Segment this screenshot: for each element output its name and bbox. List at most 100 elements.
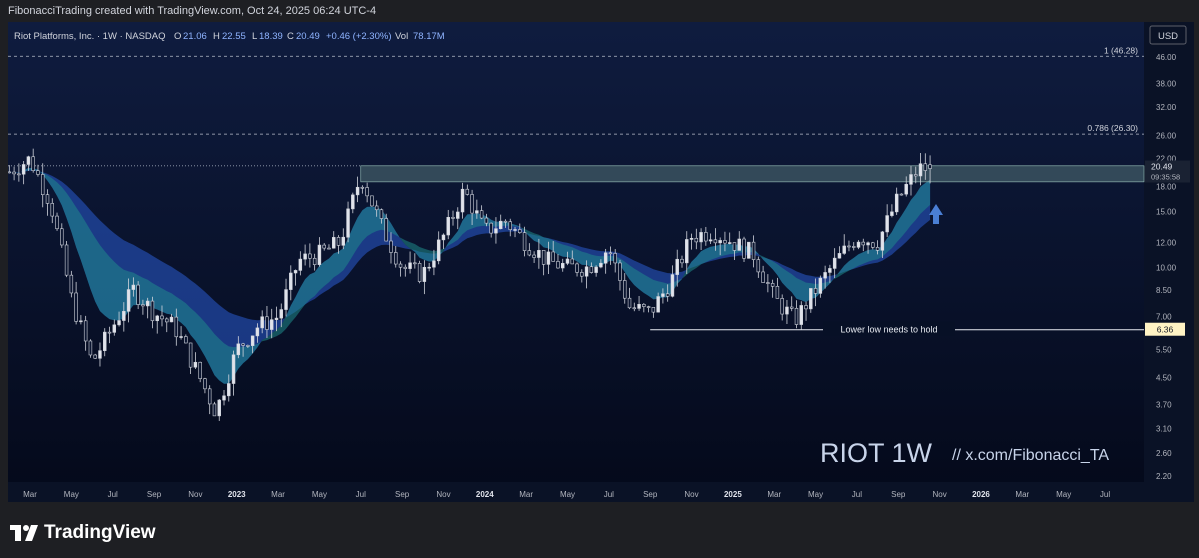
time-tick-label: Jul	[356, 490, 366, 499]
time-tick-label: Mar	[271, 490, 285, 499]
candle-body	[422, 266, 427, 282]
candle-body	[560, 263, 565, 269]
time-tick-label: Jul	[852, 490, 862, 499]
time-tick-label: May	[808, 490, 823, 499]
candle-body	[527, 250, 532, 256]
candle-body	[150, 300, 155, 322]
candle-body	[570, 258, 575, 265]
candle-body	[207, 388, 212, 405]
candle-body	[809, 288, 813, 310]
candle-body	[88, 340, 93, 356]
legend-open-value: 21.06	[183, 31, 207, 42]
candle-body	[394, 252, 398, 265]
candle-body	[384, 218, 388, 242]
fib-level-label: 1 (46.28)	[1104, 45, 1138, 55]
candle-body	[389, 240, 393, 253]
candle-body	[293, 270, 298, 274]
candle-body	[355, 186, 360, 196]
candle-body	[890, 211, 894, 216]
candle-body	[794, 308, 799, 325]
candle-body	[169, 316, 174, 323]
price-tick-label: 18.00	[1156, 182, 1177, 191]
legend-close-value: 20.49	[296, 31, 320, 42]
candle-body	[112, 324, 117, 333]
candle-body	[203, 378, 207, 390]
candle-body	[832, 257, 837, 269]
candle-body	[613, 253, 617, 264]
candle-body	[866, 242, 870, 246]
candle-body	[603, 252, 608, 264]
candle-body	[899, 193, 904, 196]
candle-body	[789, 306, 794, 309]
candle-body	[875, 247, 880, 251]
candle-body	[45, 194, 50, 204]
candle-body	[403, 266, 408, 269]
legend-low-value: 18.39	[259, 31, 283, 42]
candle-body	[346, 208, 350, 238]
candle-body	[441, 234, 446, 241]
candle-body	[541, 250, 546, 265]
time-tick-label: May	[1056, 490, 1071, 499]
candle-body	[708, 239, 713, 242]
candle-body	[532, 254, 536, 258]
candle-body	[823, 272, 827, 279]
price-tick-label: 3.10	[1156, 425, 1172, 434]
price-tick-label: 2.60	[1156, 449, 1172, 458]
candle-body	[260, 316, 264, 329]
candle-body	[818, 277, 823, 294]
time-tick-label: 2023	[228, 490, 246, 499]
price-chart[interactable]: 1 (46.28) 0.786 (26.30) Lower low needs to…	[7, 22, 1194, 502]
candle-body	[432, 260, 436, 268]
candle-body	[188, 342, 193, 368]
candle-body	[637, 304, 641, 309]
time-tick-label: Mar	[23, 490, 37, 499]
candle-body	[312, 257, 317, 265]
candle-body	[699, 232, 703, 243]
last-price-label: 20.49	[1151, 162, 1173, 172]
price-tick-label: 12.00	[1156, 238, 1177, 247]
price-tick-label: 15.00	[1156, 208, 1177, 217]
candle-body	[756, 259, 761, 273]
legend-low-label: L	[252, 31, 257, 42]
candle-body	[589, 266, 594, 273]
candle-body	[374, 205, 379, 211]
candle-body	[565, 258, 570, 264]
candle-body	[747, 241, 751, 259]
legend-volume-value: 78.17M	[413, 31, 445, 42]
candle-body	[804, 305, 808, 310]
chart-area[interactable]: 1 (46.28) 0.786 (26.30) Lower low needs to…	[7, 22, 1194, 502]
price-tick-label: 5.50	[1156, 346, 1172, 355]
candle-body	[145, 300, 150, 307]
tradingview-logo[interactable]: TradingView	[10, 522, 156, 544]
candle-body	[379, 209, 384, 219]
candle-body	[436, 239, 441, 262]
candle-body	[351, 194, 355, 210]
candle-body	[7, 171, 12, 174]
candle-body	[36, 170, 40, 175]
candle-body	[298, 258, 303, 271]
candle-body	[193, 361, 198, 368]
time-tick-label: Jul	[108, 490, 118, 499]
time-tick-label: Sep	[891, 490, 906, 499]
candle-body	[928, 164, 932, 169]
candle-body	[594, 266, 598, 273]
bottom-bar	[0, 503, 1199, 558]
candle-body	[775, 286, 780, 299]
candle-body	[322, 244, 326, 249]
candle-body	[661, 293, 665, 297]
candle-body	[60, 228, 64, 246]
candle-body	[689, 237, 694, 240]
candle-body	[551, 251, 555, 262]
price-tick-label: 3.70	[1156, 400, 1172, 409]
time-tick-label: May	[560, 490, 575, 499]
tradingview-logo-icon	[10, 525, 38, 541]
price-tick-label: 32.00	[1156, 103, 1177, 112]
candle-body	[518, 229, 522, 233]
price-tick-label: 2.20	[1156, 472, 1172, 481]
candle-body	[417, 263, 422, 282]
candle-body	[160, 315, 164, 320]
candle-body	[718, 240, 722, 244]
candle-body	[856, 241, 861, 248]
candle-body	[580, 272, 584, 277]
candle-body	[670, 274, 675, 297]
